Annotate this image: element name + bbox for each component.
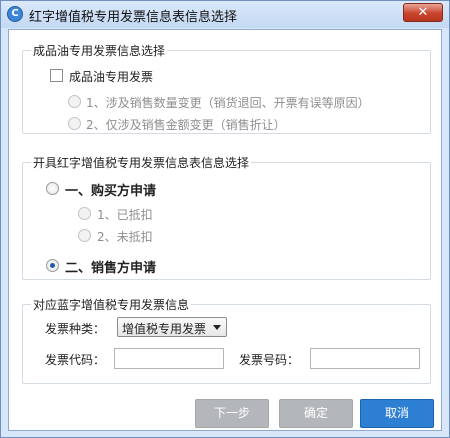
- oil-group-title: 成品油专用发票信息选择: [31, 42, 168, 59]
- buyer-not-deducted-radio[interactable]: [78, 229, 91, 242]
- app-icon: C: [7, 6, 23, 22]
- invoice-code-field[interactable]: [114, 348, 224, 369]
- cancel-button[interactable]: 取消: [360, 399, 434, 428]
- window-title: 红字增值税专用发票信息表信息选择: [29, 10, 238, 25]
- buyer-request-radio[interactable]: [46, 182, 59, 195]
- buyer-deducted-label: 1、已抵扣: [97, 208, 153, 222]
- seller-request-radio[interactable]: [46, 259, 59, 272]
- seller-request-radio-dot: [50, 263, 55, 268]
- blue-invoice-group: 对应蓝字增值税专用发票信息 发票种类： 增值税专用发票 发票代码： 发票号码：: [22, 296, 431, 384]
- oil-invoice-checkbox[interactable]: [50, 69, 63, 82]
- oil-option-quantity-radio[interactable]: [68, 95, 81, 108]
- invoice-code-label: 发票代码：: [45, 353, 106, 367]
- title-bar[interactable]: C 红字增值税专用发票信息表信息选择 ✕: [1, 1, 449, 28]
- oil-option-amount-label: 2、仅涉及销售金额变更（销售折让）: [86, 118, 286, 132]
- invoice-number-label: 发票号码：: [239, 353, 300, 367]
- oil-invoice-checkbox-label: 成品油专用发票: [69, 70, 154, 84]
- invoice-number-field[interactable]: [310, 348, 420, 369]
- invoice-type-label: 发票种类：: [45, 322, 106, 336]
- invoice-type-value: 增值税专用发票: [122, 322, 207, 336]
- seller-request-label: 二、销售方申请: [65, 261, 157, 276]
- buyer-request-label: 一、购买方申请: [65, 184, 157, 199]
- oil-invoice-group: 成品油专用发票信息选择 成品油专用发票 1、涉及销售数量变更（销货退回、开票有误…: [22, 42, 431, 134]
- issue-request-group: 开具红字增值税专用发票信息表信息选择 一、购买方申请 1、已抵扣 2、未抵扣 二…: [22, 154, 431, 280]
- next-button[interactable]: 下一步: [195, 399, 269, 428]
- buyer-deducted-radio[interactable]: [78, 207, 91, 220]
- dialog-body: 成品油专用发票信息选择 成品油专用发票 1、涉及销售数量变更（销货退回、开票有误…: [8, 29, 442, 431]
- dialog-window: C 红字增值税专用发票信息表信息选择 ✕ 成品油专用发票信息选择 成品油专用发票…: [0, 0, 450, 438]
- close-button[interactable]: ✕: [403, 3, 443, 22]
- chevron-down-icon: [213, 325, 221, 330]
- issue-group-title: 开具红字增值税专用发票信息表信息选择: [31, 154, 252, 171]
- buyer-not-deducted-label: 2、未抵扣: [97, 230, 153, 244]
- invoice-type-dropdown[interactable]: 增值税专用发票: [117, 317, 227, 337]
- blue-group-title: 对应蓝字增值税专用发票信息: [31, 296, 192, 313]
- oil-option-quantity-label: 1、涉及销售数量变更（销货退回、开票有误等原因）: [86, 96, 370, 110]
- oil-option-amount-radio[interactable]: [68, 117, 81, 130]
- ok-button[interactable]: 确定: [279, 399, 353, 428]
